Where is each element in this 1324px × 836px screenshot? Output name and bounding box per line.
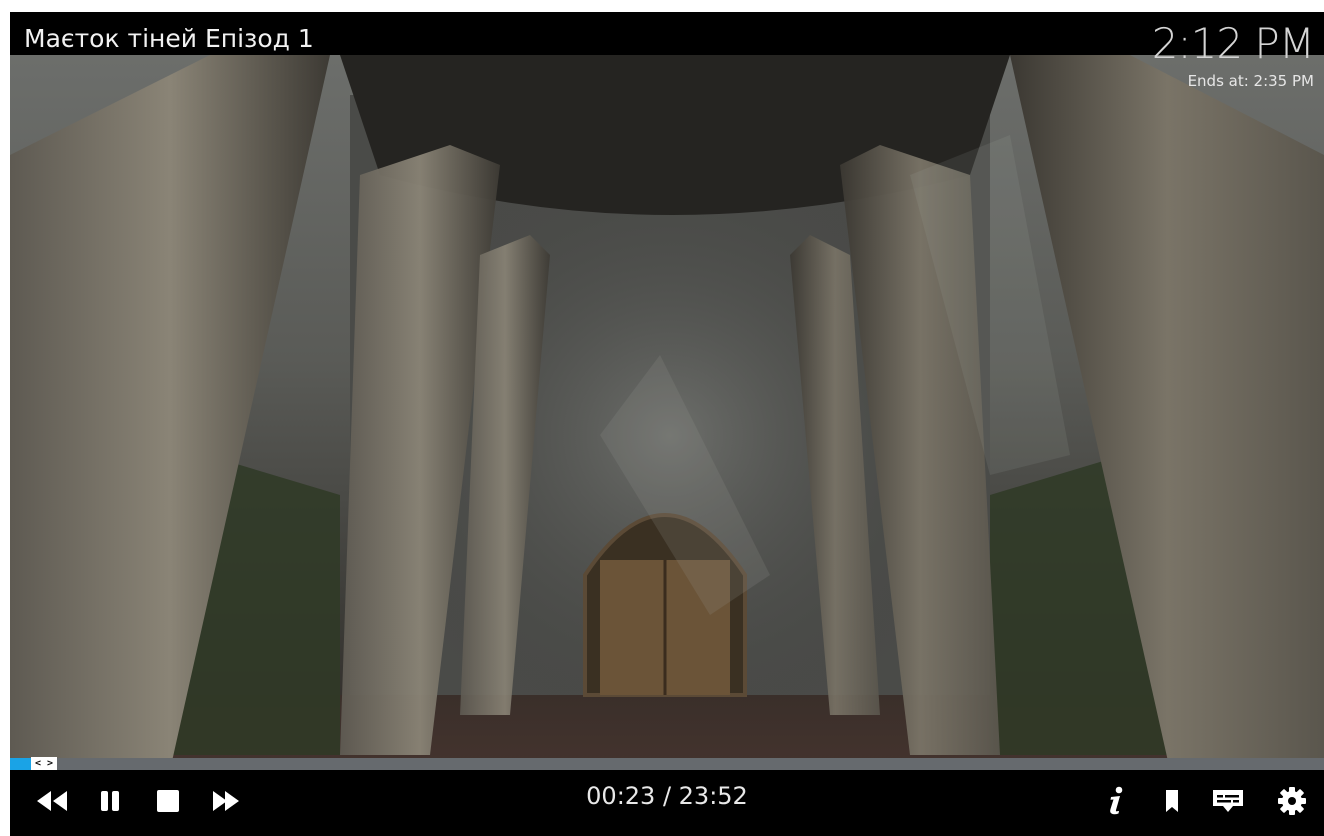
- subtitles-button[interactable]: [1208, 784, 1248, 818]
- seek-bar[interactable]: < >: [10, 757, 1324, 771]
- seek-handle[interactable]: < >: [31, 757, 57, 771]
- bookmark-icon: [1166, 790, 1178, 812]
- video-scene: [10, 55, 1324, 815]
- media-title: Маєток тіней Епізод 1: [24, 24, 314, 53]
- info-button[interactable]: [1096, 784, 1136, 818]
- settings-icon: [1278, 787, 1306, 815]
- playback-controls: 00:23 / 23:52: [10, 770, 1324, 836]
- clock: 2:12 PM: [1151, 19, 1315, 68]
- seek-progress: [10, 758, 31, 770]
- ends-at-time: Ends at: 2:35 PM: [1187, 72, 1314, 90]
- video-player[interactable]: Маєток тіней Епізод 1 2:12 PM Ends at: 2…: [10, 12, 1324, 836]
- video-frame[interactable]: [10, 55, 1324, 815]
- settings-button[interactable]: [1272, 784, 1312, 818]
- bookmark-button[interactable]: [1152, 784, 1192, 818]
- info-icon: [1110, 786, 1123, 815]
- subtitles-icon: [1213, 790, 1243, 812]
